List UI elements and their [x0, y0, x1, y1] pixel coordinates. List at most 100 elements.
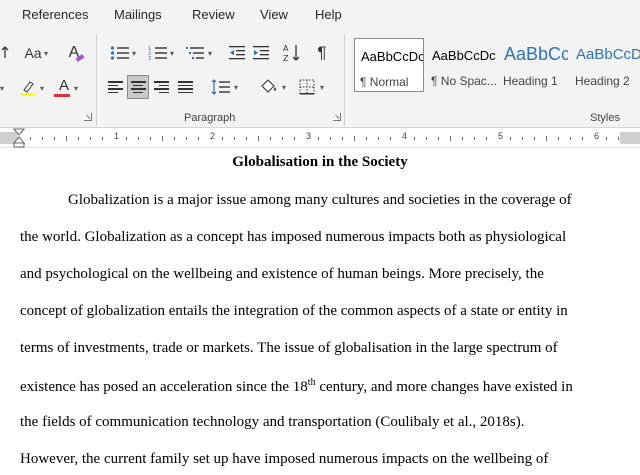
- chevron-down-icon: ▾: [131, 49, 136, 58]
- chevron-down-icon: ▾: [39, 84, 44, 93]
- sort-button[interactable]: A Z: [280, 41, 304, 65]
- line-spacing-button[interactable]: ▾: [204, 76, 238, 98]
- paragraph-line: the world. Globalization as a concept ha…: [20, 229, 567, 245]
- paragraph-line: existence has posed an acceleration sinc…: [20, 377, 573, 396]
- paragraph-line: terms of investments, trade or markets. …: [20, 340, 558, 356]
- ruler-tick: [258, 136, 259, 141]
- svg-text:A: A: [283, 44, 289, 53]
- style-name: Heading 2: [575, 74, 630, 88]
- chevron-down-icon: ▾: [169, 49, 174, 58]
- ruler-tick: [354, 136, 355, 141]
- ruler-tick: [474, 137, 475, 140]
- ruler-tick: [90, 137, 91, 140]
- ruler-number: 5: [498, 131, 504, 141]
- tab-view[interactable]: View: [260, 7, 288, 22]
- bullet-list-icon: [110, 46, 129, 60]
- style-name: Heading 1: [503, 74, 558, 88]
- superscript-text: th: [307, 377, 316, 388]
- ruler-number: 2: [210, 131, 216, 141]
- highlight-color-button[interactable]: ▾: [12, 76, 44, 100]
- eraser-icon: [75, 54, 85, 62]
- ruler-tick: [54, 137, 55, 140]
- paint-bucket-icon: [261, 79, 276, 93]
- paragraph-line: the fields of communication technology a…: [20, 414, 525, 430]
- ruler-tick: [570, 137, 571, 140]
- style-normal[interactable]: AaBbCcDc ¶ Normal: [354, 38, 424, 92]
- tab-review[interactable]: Review: [192, 7, 235, 22]
- style-sample: AaBbCcDc: [361, 49, 423, 64]
- ruler-tick: [246, 137, 247, 140]
- font-color-button[interactable]: A ▾: [50, 76, 78, 100]
- ruler-tick: [534, 137, 535, 140]
- align-right-button[interactable]: [150, 76, 172, 98]
- highlighter-icon: [21, 81, 35, 96]
- text-effects-partial-icon[interactable]: ▾: [0, 78, 10, 98]
- font-size-partial-icon[interactable]: [0, 44, 10, 62]
- increase-indent-button[interactable]: [250, 42, 272, 64]
- numbered-list-icon: 1 2 3: [148, 46, 167, 61]
- tab-mailings[interactable]: Mailings: [114, 7, 162, 22]
- ruler-tick: [42, 137, 43, 140]
- document-title: Globalisation in the Society: [232, 154, 408, 170]
- decrease-indent-icon: [229, 46, 245, 60]
- sort-icon: A Z: [283, 44, 300, 63]
- tab-help[interactable]: Help: [315, 7, 342, 22]
- ruler-number: 6: [594, 131, 600, 141]
- group-separator: [344, 34, 345, 126]
- paragraph-group-label: Paragraph: [184, 112, 236, 124]
- ruler-tick: [78, 137, 79, 140]
- font-color-label: A: [58, 77, 69, 94]
- change-case-button[interactable]: Aa ▾: [18, 43, 48, 63]
- shading-button[interactable]: ▾: [252, 76, 286, 98]
- borders-button[interactable]: ▾: [290, 76, 324, 98]
- style-sample: AaBbCc: [504, 44, 568, 64]
- align-left-button[interactable]: [104, 76, 126, 98]
- chevron-down-icon: ▾: [0, 84, 5, 93]
- style-no-spacing[interactable]: AaBbCcDc ¶ No Spac...: [426, 38, 496, 92]
- ruler-tick: [342, 137, 343, 140]
- ruler-tick: [618, 137, 619, 140]
- align-center-button[interactable]: [127, 75, 149, 99]
- line-spacing-icon: [211, 79, 230, 95]
- horizontal-ruler[interactable]: 1 2 3 4 5 6: [0, 128, 640, 148]
- ruler-tick: [546, 136, 547, 141]
- ruler-tick: [462, 137, 463, 140]
- font-color-swatch: [54, 94, 70, 97]
- ruler-tick: [606, 137, 607, 140]
- bullets-button[interactable]: ▾: [104, 42, 136, 64]
- chevron-down-icon: ▾: [319, 83, 324, 92]
- show-formatting-marks-button[interactable]: ¶: [310, 41, 334, 65]
- ruler-tick: [522, 137, 523, 140]
- numbering-button[interactable]: 1 2 3 ▾: [142, 42, 174, 64]
- style-heading-2[interactable]: AaBbCcD Heading 2: [570, 38, 640, 92]
- ruler-tick: [186, 137, 187, 140]
- style-heading-1[interactable]: AaBbCc Heading 1: [498, 38, 568, 92]
- ruler-tick: [174, 137, 175, 140]
- change-case-label: Aa: [24, 45, 42, 61]
- style-name: ¶ No Spac...: [431, 74, 496, 88]
- ruler-tick: [390, 137, 391, 140]
- chevron-down-icon: ▾: [233, 83, 238, 92]
- multilevel-list-icon: [186, 47, 204, 59]
- justify-button[interactable]: [174, 76, 196, 98]
- ruler-tick: [294, 137, 295, 140]
- ruler-tick: [330, 137, 331, 140]
- line-text: existence has posed an acceleration sinc…: [20, 379, 308, 395]
- font-dialog-launcher-icon[interactable]: [84, 113, 92, 121]
- borders-icon: [299, 79, 315, 95]
- tab-references[interactable]: References: [22, 7, 88, 22]
- paragraph-line: and psychological on the wellbeing and e…: [20, 266, 544, 282]
- ribbon: Aa ▾ A ▾ ▾ A ▾ ▾ 1 2 3 ▾ ▾ A Z ¶ ▾ ▾ ▾ P…: [0, 30, 640, 128]
- ruler-tick: [282, 137, 283, 140]
- styles-group-label: Styles: [590, 112, 620, 124]
- ruler-tick: [438, 137, 439, 140]
- paragraph-dialog-launcher-icon[interactable]: [333, 113, 341, 121]
- ruler-tick: [414, 137, 415, 140]
- ruler-tick: [222, 137, 223, 140]
- decrease-indent-button[interactable]: [226, 42, 248, 64]
- indent-marker-icon[interactable]: [13, 128, 25, 148]
- clear-formatting-button[interactable]: A: [62, 43, 86, 63]
- justify-icon: [177, 81, 193, 93]
- multilevel-list-button[interactable]: ▾: [178, 42, 212, 64]
- document-page[interactable]: Globalisation in the Society Globalizati…: [0, 148, 640, 475]
